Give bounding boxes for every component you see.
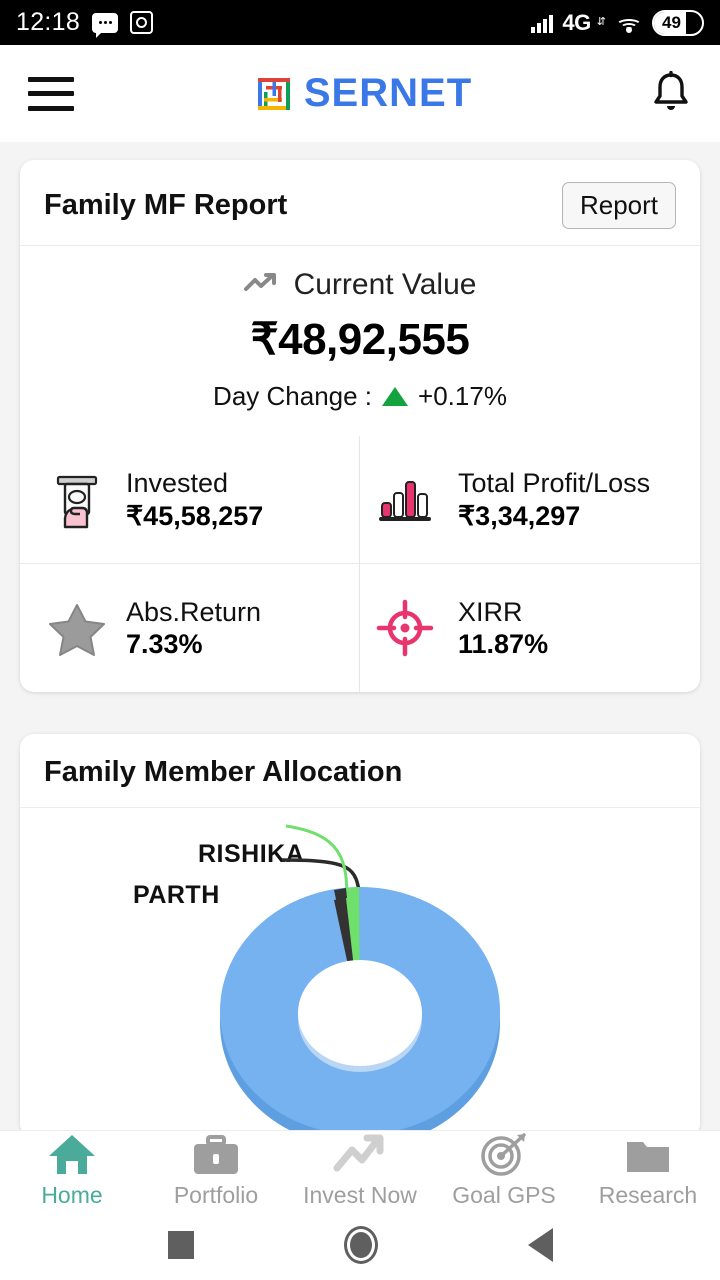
main-scroll-area[interactable]: Family MF Report Report Current Value ₹4… [0,142,720,1130]
nav-item-portfolio[interactable]: Portfolio [144,1132,288,1209]
battery-level: 49 [662,12,681,32]
stat-abs-return-text: Abs.Return 7.33% [126,596,261,661]
nav-item-goal-gps[interactable]: Goal GPS [432,1132,576,1209]
stat-total-profit-loss[interactable]: Total Profit/Loss ₹3,34,297 [360,436,700,564]
brand-name: SERNET [303,71,473,115]
stat-total-profit-loss-label: Total Profit/Loss [458,468,651,499]
day-change-row: Day Change : +0.17% [20,381,700,412]
allocation-card-header: Family Member Allocation [20,734,700,808]
star-icon [44,595,110,661]
wifi-icon [615,12,643,33]
trending-up-icon [333,1132,387,1176]
target-dart-icon [479,1132,529,1176]
allocation-title: Family Member Allocation [44,756,403,788]
nav-label-portfolio: Portfolio [173,1182,259,1208]
stat-total-profit-loss-value: ₹3,34,297 [458,500,581,531]
donut-chart-svg [220,824,500,1130]
allocation-donut-chart[interactable]: RISHIKA PARTH [20,808,700,1130]
square-recents-icon[interactable] [167,1231,194,1259]
bottom-navigation: Home Portfolio Invest Now Goal GPS Resea… [0,1130,720,1210]
status-bar-left: 12:18 [16,8,154,38]
status-bar: 12:18 4G ⇵ 49 [0,0,720,45]
nav-label-goal-gps: Goal GPS [452,1182,556,1208]
sernet-maze-logo-icon [252,72,296,116]
screen-record-icon [130,11,154,34]
nav-item-home[interactable]: Home [0,1132,144,1209]
app-header: SERNET [0,45,720,142]
page-title: Family MF Report [44,189,288,221]
report-card-header: Family MF Report Report [20,160,700,246]
folder-icon [623,1132,673,1176]
nav-item-invest-now[interactable]: Invest Now [288,1132,432,1209]
status-bar-right: 4G ⇵ 49 [531,9,704,36]
current-value-block: Current Value ₹48,92,555 Day Change : +0… [20,246,700,418]
stat-xirr-text: XIRR 11.87% [458,596,548,661]
bar-chart-icon [372,467,438,533]
nav-label-invest-now: Invest Now [303,1182,417,1208]
stat-xirr-value: 11.87% [458,629,549,660]
home-icon [47,1132,97,1176]
stat-abs-return-value: 7.33% [126,629,203,660]
trending-up-icon [243,268,280,302]
stat-abs-return-label: Abs.Return [126,596,262,627]
bell-icon[interactable] [650,70,692,117]
stat-total-profit-loss-text: Total Profit/Loss ₹3,34,297 [458,467,650,532]
nav-label-research: Research [598,1182,698,1208]
android-navigation-bar [0,1210,720,1280]
briefcase-icon [191,1132,241,1176]
data-transfer-icon: ⇵ [596,16,606,28]
message-icon [92,12,119,38]
stat-xirr-label: XIRR [458,596,523,627]
report-button[interactable]: Report [561,182,676,229]
current-value-amount: ₹48,92,555 [250,315,470,364]
current-value-label-row: Current Value [20,268,700,302]
day-change-label: Day Change : [213,381,373,411]
cash-withdraw-icon [44,467,110,533]
battery-icon: 49 [652,9,704,36]
hamburger-menu-icon[interactable] [28,76,74,111]
nav-item-research[interactable]: Research [576,1132,720,1209]
stat-invested-text: Invested ₹45,58,257 [126,467,263,532]
status-time: 12:18 [16,8,81,36]
stat-abs-return[interactable]: Abs.Return 7.33% [20,564,360,692]
signal-bars-icon [531,13,554,33]
network-type-label: 4G [562,9,591,35]
nav-label-home: Home [41,1182,103,1208]
triangle-back-icon[interactable] [527,1228,553,1262]
stats-grid: Invested ₹45,58,257 Total Profit/Loss ₹3… [20,436,700,692]
current-value-label: Current Value [293,268,477,301]
family-mf-report-card: Family MF Report Report Current Value ₹4… [20,160,700,692]
target-crosshair-icon [372,595,438,661]
stat-invested-value: ₹45,58,257 [126,500,264,531]
day-change-value: +0.17% [418,381,507,411]
circle-home-icon[interactable] [343,1226,378,1264]
stat-xirr[interactable]: XIRR 11.87% [360,564,700,692]
family-member-allocation-card: Family Member Allocation RISHIKA PARTH [20,734,700,1130]
brand-logo: SERNET [252,71,472,116]
stat-invested-label: Invested [126,468,229,499]
arrow-up-icon [382,387,409,406]
stat-invested[interactable]: Invested ₹45,58,257 [20,436,360,564]
